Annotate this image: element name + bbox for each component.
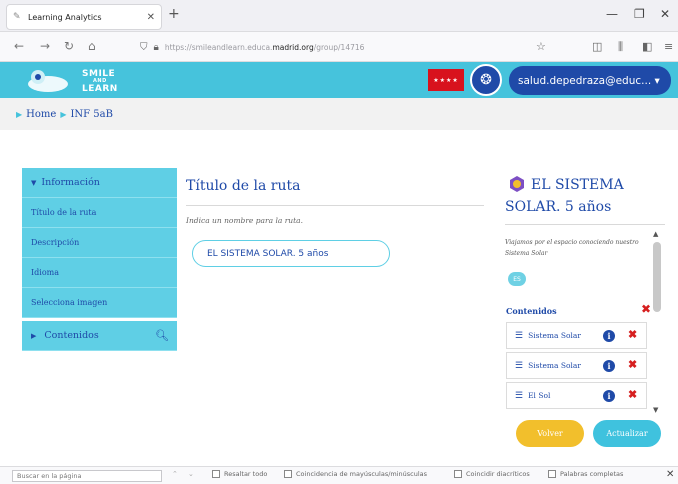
address-bar[interactable]: ⛉ 🔒︎ https://smileandlearn.educa.madrid.… xyxy=(140,37,560,57)
delete-icon[interactable]: ✖ xyxy=(628,358,637,371)
back-button[interactable]: Volver xyxy=(516,420,584,447)
find-next-icon[interactable]: ⌄ xyxy=(188,470,194,478)
logo-text: SMILE AND LEARN xyxy=(82,69,118,94)
checkbox-icon xyxy=(548,470,556,478)
search-icon[interactable]: 🔍︎ xyxy=(155,329,169,342)
route-name-input[interactable] xyxy=(192,240,390,267)
breadcrumb-chevron-icon: ▶ xyxy=(60,109,67,119)
breadcrumb-home[interactable]: Home xyxy=(26,109,56,120)
pocket-icon[interactable]: ◫ xyxy=(592,40,602,53)
sidebar-item-description[interactable]: Descripción xyxy=(22,228,177,258)
match-case-checkbox[interactable]: Coincidencia de mayúsculas/minúsculas xyxy=(284,470,427,478)
menu-icon[interactable]: ≡ xyxy=(664,40,673,53)
community-flag-icon: ★★★★ xyxy=(428,69,464,91)
content-item[interactable]: ☰ El Sol i ✖ xyxy=(506,382,647,409)
sidebar-item-language[interactable]: Idioma xyxy=(22,258,177,288)
match-diacritics-checkbox[interactable]: Coincidir diacríticos xyxy=(454,470,530,478)
favicon-icon: ✎ xyxy=(13,12,21,22)
close-tab-icon[interactable]: ✕ xyxy=(147,12,155,23)
minimize-icon[interactable]: — xyxy=(606,7,618,21)
divider xyxy=(186,205,484,206)
sidebar-icon[interactable]: ◧ xyxy=(642,40,652,53)
home-icon[interactable]: ⌂ xyxy=(88,39,96,53)
bookmark-star-icon[interactable]: ☆ xyxy=(536,40,546,53)
scroll-up-icon[interactable]: ▲ xyxy=(653,230,658,238)
content-item-label: Sistema Solar xyxy=(528,331,581,340)
field-hint: Indica un nombre para la ruta. xyxy=(186,216,304,225)
option-label: Resaltar todo xyxy=(224,470,268,478)
shield-icon: ⛉ xyxy=(140,41,148,53)
contents-label: Contenidos xyxy=(506,306,557,316)
user-menu[interactable]: salud.depedraza@educ... ▾ xyxy=(509,66,671,95)
sidebar-section-label: Contenidos xyxy=(44,330,99,341)
content-item-label: El Sol xyxy=(528,391,551,400)
find-input[interactable]: Buscar en la página xyxy=(12,470,162,482)
sidebar-item-title[interactable]: Título de la ruta xyxy=(22,198,177,228)
checkbox-icon xyxy=(454,470,462,478)
new-tab-icon[interactable]: + xyxy=(168,6,180,22)
breadcrumb-chevron-icon: ▶ xyxy=(16,109,23,119)
option-label: Palabras completas xyxy=(560,470,624,478)
find-prev-icon[interactable]: ⌃ xyxy=(172,470,178,478)
option-label: Coincidir diacríticos xyxy=(466,470,530,478)
route-title: EL SISTEMA SOLAR. 5 años xyxy=(505,177,624,215)
smile-and-learn-logo[interactable]: SMILE AND LEARN xyxy=(24,66,117,94)
sidebar-item-image[interactable]: Selecciona imagen xyxy=(22,288,177,318)
caret-down-icon: ▼ xyxy=(31,178,37,187)
content-item[interactable]: ☰ Sistema Solar i ✖ xyxy=(506,352,647,379)
option-label: Coincidencia de mayúsculas/minúsculas xyxy=(296,470,428,478)
gov-emblem-icon: ❂ xyxy=(470,64,502,96)
delete-icon[interactable]: ✖ xyxy=(628,328,637,341)
close-findbar-icon[interactable]: ✕ xyxy=(666,469,674,480)
browser-tab-bar: ✎ Learning Analytics ✕ + — ❐ ✕ xyxy=(0,0,678,32)
divider xyxy=(505,224,665,225)
highlight-all-checkbox[interactable]: Resaltar todo xyxy=(212,470,267,478)
info-icon[interactable]: i xyxy=(603,330,615,342)
back-icon[interactable]: ← xyxy=(14,39,24,53)
lock-icon: 🔒︎ xyxy=(153,41,159,53)
tab-title: Learning Analytics xyxy=(28,12,102,22)
logo-mascot-icon xyxy=(28,70,68,92)
scroll-thumb[interactable] xyxy=(653,242,661,312)
update-button[interactable]: Actualizar xyxy=(593,420,661,447)
list-icon: ☰ xyxy=(515,330,524,341)
browser-tab[interactable]: ✎ Learning Analytics ✕ xyxy=(6,4,162,30)
language-badge: ES xyxy=(508,272,526,286)
content-item[interactable]: ☰ Sistema Solar i ✖ xyxy=(506,322,647,349)
info-icon[interactable]: i xyxy=(603,390,615,402)
sidebar-section-contents[interactable]: ▶ Contenidos 🔍︎ xyxy=(22,321,177,351)
forward-icon[interactable]: → xyxy=(40,39,50,53)
breadcrumb: ▶ Home ▶ INF 5aB xyxy=(0,98,678,130)
browser-toolbar: ← → ↻ ⌂ ⛉ 🔒︎ https://smileandlearn.educa… xyxy=(0,32,678,62)
scroll-down-icon[interactable]: ▼ xyxy=(653,406,658,414)
delete-icon[interactable]: ✖ xyxy=(628,388,637,401)
info-icon[interactable]: i xyxy=(603,360,615,372)
checkbox-icon xyxy=(212,470,220,478)
sidebar-section-info[interactable]: ▼ Información xyxy=(22,168,177,198)
whole-words-checkbox[interactable]: Palabras completas xyxy=(548,470,623,478)
url-text: https://smileandlearn.educa.madrid.org/g… xyxy=(164,42,365,52)
route-editor-sidebar: ▼ Información Título de la ruta Descripc… xyxy=(22,168,177,351)
find-bar: Buscar en la página ⌃ ⌄ Resaltar todo Co… xyxy=(0,466,678,484)
contents-scrollbar[interactable]: ▲ ▼ xyxy=(651,228,663,416)
list-icon: ☰ xyxy=(515,390,524,401)
close-window-icon[interactable]: ✕ xyxy=(660,7,670,21)
sidebar-section-label: Información xyxy=(41,177,100,188)
maximize-icon[interactable]: ❐ xyxy=(634,7,645,21)
page-title: Título de la ruta xyxy=(186,178,301,194)
library-icon[interactable]: ⫼ xyxy=(618,40,623,54)
content-item-label: Sistema Solar xyxy=(528,361,581,370)
checkbox-icon xyxy=(284,470,292,478)
caret-right-icon: ▶ xyxy=(31,332,37,340)
route-description: Viajamos por el espacio conociendo nuest… xyxy=(505,239,639,257)
remove-all-icon[interactable]: ✖ xyxy=(641,302,651,316)
breadcrumb-current[interactable]: INF 5aB xyxy=(70,109,113,120)
reload-icon[interactable]: ↻ xyxy=(64,39,74,53)
list-icon: ☰ xyxy=(515,360,524,371)
